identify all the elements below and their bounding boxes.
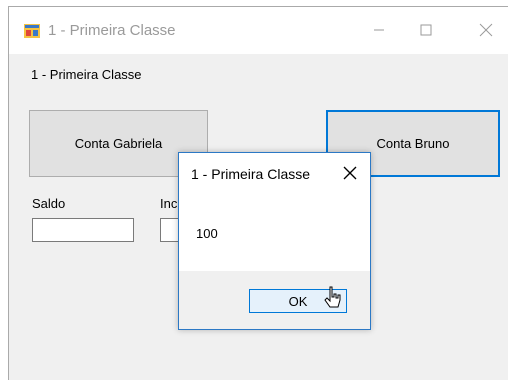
winforms-app-icon — [24, 24, 40, 38]
form-heading-label: 1 - Primeira Classe — [31, 67, 142, 82]
saldo-input[interactable] — [32, 218, 134, 242]
title-bar[interactable]: 1 - Primeira Classe — [9, 7, 508, 54]
mouse-pointer-icon — [324, 286, 341, 308]
dialog-title: 1 - Primeira Classe — [191, 166, 311, 182]
window-title: 1 - Primeira Classe — [48, 22, 176, 39]
second-field-label: Inc — [160, 196, 178, 211]
dialog-message: 100 — [196, 226, 218, 241]
maximize-icon[interactable] — [406, 17, 446, 43]
message-box-dialog: 1 - Primeira Classe 100 OK — [178, 152, 371, 330]
minimize-icon[interactable] — [359, 17, 399, 43]
saldo-label: Saldo — [32, 196, 66, 211]
dialog-close-icon[interactable] — [342, 165, 358, 181]
close-icon[interactable] — [466, 17, 506, 43]
